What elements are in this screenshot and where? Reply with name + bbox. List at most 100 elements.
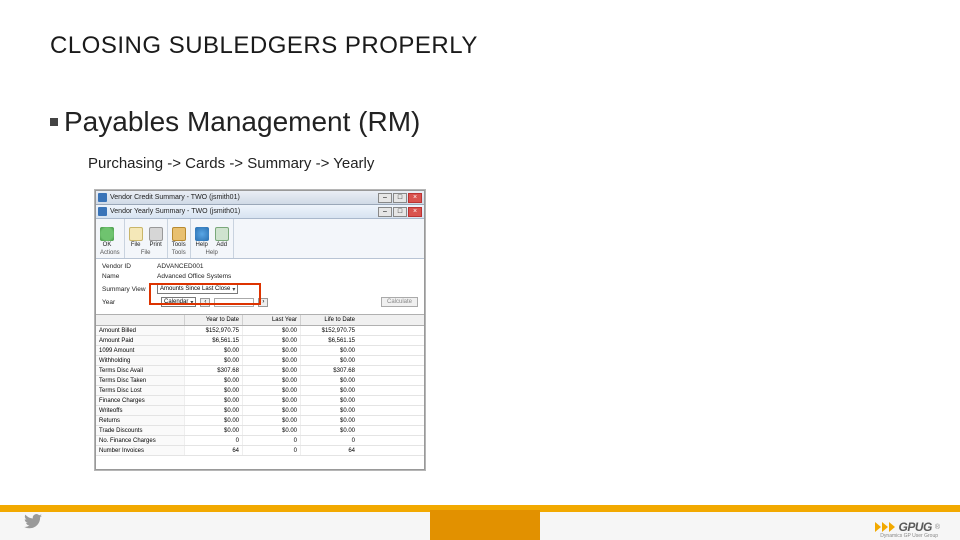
grid-body: Amount Billed$152,970.75$0.00$152,970.75… — [96, 326, 424, 456]
vendor-id-value: ADVANCED001 — [157, 263, 203, 270]
name-value: Advanced Office Systems — [157, 273, 231, 280]
ok-label: OK — [103, 242, 112, 248]
cell: No. Finance Charges — [96, 436, 184, 445]
cell: Terms Disc Lost — [96, 386, 184, 395]
cell: $0.00 — [242, 346, 300, 355]
minimize-button-2[interactable]: – — [378, 207, 392, 217]
section-heading-row: Payables Management (RM) — [50, 106, 420, 138]
year-prev-button[interactable]: ‹ — [200, 298, 210, 307]
section-heading: Payables Management (RM) — [64, 106, 420, 138]
app-icon — [98, 193, 107, 202]
cell: $0.00 — [242, 376, 300, 385]
cell: $0.00 — [184, 356, 242, 365]
table-row: Terms Disc Avail$307.68$0.00$307.68 — [96, 366, 424, 376]
cell: $0.00 — [300, 396, 358, 405]
maximize-button[interactable]: □ — [393, 193, 407, 203]
cell: 64 — [300, 446, 358, 455]
close-button[interactable]: × — [408, 193, 422, 203]
logo: GPUG ® — [875, 520, 940, 534]
form-area: Vendor ID ADVANCED001 Name Advanced Offi… — [96, 259, 424, 314]
cell: $0.00 — [184, 396, 242, 405]
titlebar-front: Vendor Yearly Summary - TWO (jsmith01) –… — [96, 205, 424, 219]
chevron-down-icon: ▾ — [232, 286, 235, 293]
table-row: No. Finance Charges000 — [96, 436, 424, 446]
cell: Writeoffs — [96, 406, 184, 415]
app-icon — [98, 207, 107, 216]
logo-text: GPUG — [898, 520, 931, 534]
file-button[interactable]: File — [129, 227, 143, 248]
minimize-button[interactable]: – — [378, 193, 392, 203]
footer-block — [430, 510, 540, 540]
table-row: Terms Disc Lost$0.00$0.00$0.00 — [96, 386, 424, 396]
cell: $0.00 — [242, 336, 300, 345]
breadcrumb: Purchasing -> Cards -> Summary -> Yearly — [88, 155, 374, 172]
twitter-icon — [24, 514, 42, 534]
add-note-button[interactable]: Add — [215, 227, 229, 248]
cell: 0 — [242, 436, 300, 445]
table-row: Amount Paid$6,561.15$0.00$6,561.15 — [96, 336, 424, 346]
cell: 64 — [184, 446, 242, 455]
cell: $0.00 — [242, 366, 300, 375]
window-title-back: Vendor Credit Summary - TWO (jsmith01) — [110, 194, 240, 201]
table-row: Amount Billed$152,970.75$0.00$152,970.75 — [96, 326, 424, 336]
table-row: Terms Disc Taken$0.00$0.00$0.00 — [96, 376, 424, 386]
help-button[interactable]: Help — [195, 227, 209, 248]
cell: $0.00 — [242, 426, 300, 435]
maximize-button-2[interactable]: □ — [393, 207, 407, 217]
print-label: Print — [150, 242, 162, 248]
summary-view-select[interactable]: Amounts Since Last Close ▾ — [157, 284, 238, 294]
toolbar: OK Actions File Print File — [96, 219, 424, 259]
col-ytd: Year to Date — [184, 315, 242, 325]
page-title: CLOSING SUBLEDGERS PROPERLY — [50, 32, 478, 60]
table-row: Returns$0.00$0.00$0.00 — [96, 416, 424, 426]
year-field[interactable] — [214, 298, 254, 307]
cell: $152,970.75 — [300, 326, 358, 335]
col-ltd: Life to Date — [300, 315, 358, 325]
calendar-select[interactable]: Calendar ▾ — [161, 297, 196, 307]
cell: $152,970.75 — [184, 326, 242, 335]
cell: $0.00 — [184, 426, 242, 435]
check-icon — [100, 227, 114, 241]
col-blank — [96, 315, 184, 325]
cell: $0.00 — [184, 376, 242, 385]
file-label: File — [131, 242, 141, 248]
cell: $0.00 — [184, 416, 242, 425]
cell: Trade Discounts — [96, 426, 184, 435]
cell: $307.68 — [184, 366, 242, 375]
table-row: 1099 Amount$0.00$0.00$0.00 — [96, 346, 424, 356]
close-button-2[interactable]: × — [408, 207, 422, 217]
cell: 1099 Amount — [96, 346, 184, 355]
add-label: Add — [216, 242, 227, 248]
table-row: Number Invoices64064 — [96, 446, 424, 456]
year-next-button[interactable]: › — [258, 298, 268, 307]
cell: $307.68 — [300, 366, 358, 375]
table-row: Finance Charges$0.00$0.00$0.00 — [96, 396, 424, 406]
cell: $6,561.15 — [300, 336, 358, 345]
tools-label: Tools — [172, 242, 186, 248]
cell: Returns — [96, 416, 184, 425]
cell: Withholding — [96, 356, 184, 365]
ok-button[interactable]: OK — [100, 227, 114, 248]
cell: 0 — [242, 446, 300, 455]
cell: $0.00 — [300, 416, 358, 425]
cell: $0.00 — [242, 386, 300, 395]
cell: $0.00 — [184, 386, 242, 395]
cell: Terms Disc Taken — [96, 376, 184, 385]
cell: $0.00 — [300, 406, 358, 415]
add-icon — [215, 227, 229, 241]
tools-icon — [172, 227, 186, 241]
chevron-down-icon: ▾ — [190, 299, 193, 306]
print-icon — [149, 227, 163, 241]
print-button[interactable]: Print — [149, 227, 163, 248]
year-label: Year — [102, 299, 157, 306]
app-window: Vendor Credit Summary - TWO (jsmith01) –… — [95, 190, 425, 470]
cell: $0.00 — [242, 396, 300, 405]
toolbar-caption-tools: Tools — [172, 250, 186, 256]
toolbar-caption-help: Help — [195, 250, 229, 256]
calculate-button[interactable]: Calculate — [381, 297, 418, 307]
cell: $0.00 — [300, 376, 358, 385]
cell: Terms Disc Avail — [96, 366, 184, 375]
cell: $0.00 — [242, 356, 300, 365]
tools-button[interactable]: Tools — [172, 227, 186, 248]
col-ly: Last Year — [242, 315, 300, 325]
